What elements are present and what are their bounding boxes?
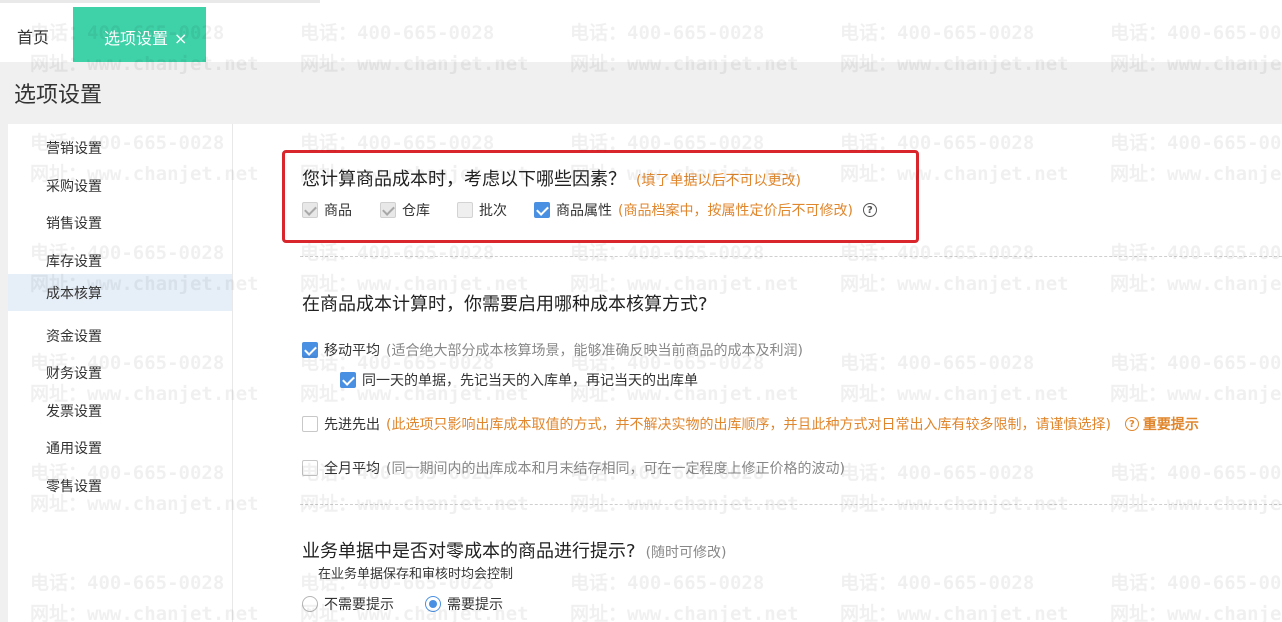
highlight-annotation-box xyxy=(282,150,919,243)
sidebar: 营销设置 采购设置 销售设置 库存设置 成本核算 资金设置 财务设置 发票设置 … xyxy=(8,124,233,622)
no-prompt-radio[interactable] xyxy=(302,596,318,612)
moving-average-checkbox[interactable] xyxy=(302,342,318,358)
sidebar-item-purchase[interactable]: 采购设置 xyxy=(8,167,232,204)
zero-cost-title: 业务单据中是否对零成本的商品进行提示? (随时可修改) xyxy=(302,537,727,563)
sidebar-item-marketing[interactable]: 营销设置 xyxy=(8,129,232,166)
no-prompt-label: 不需要提示 xyxy=(324,597,394,613)
sidebar-item-retail[interactable]: 零售设置 xyxy=(8,467,232,504)
top-divider xyxy=(0,0,320,3)
page-title: 选项设置 xyxy=(14,83,103,108)
moving-average-note: (适合绝大部分成本核算场景，能够准确反映当前商品的成本及利润) xyxy=(386,343,803,359)
important-notice-link[interactable]: ? 重要提示 xyxy=(1124,414,1199,434)
sidebar-item-invoice[interactable]: 发票设置 xyxy=(8,392,232,429)
monthly-average-checkbox[interactable] xyxy=(302,460,318,476)
moving-average-option[interactable]: 移动平均 (适合绝大部分成本核算场景，能够准确反映当前商品的成本及利润) xyxy=(302,340,803,360)
fifo-label: 先进先出 xyxy=(324,417,380,433)
sidebar-item-cost-accounting[interactable]: 成本核算 xyxy=(8,274,232,311)
need-prompt-option[interactable]: 需要提示 xyxy=(425,594,503,614)
zero-cost-subtitle: 在业务单据保存和审核时均会控制 xyxy=(318,567,514,582)
sidebar-item-funds[interactable]: 资金设置 xyxy=(8,317,232,354)
monthly-average-label: 全月平均 xyxy=(324,461,380,477)
monthly-average-note: (同一期间内的出库成本和月末结存相同，可在一定程度上修正价格的波动) xyxy=(386,461,845,477)
fifo-checkbox[interactable] xyxy=(302,416,318,432)
zero-cost-question: 业务单据中是否对零成本的商品进行提示? xyxy=(302,541,636,562)
top-tab-bar: 首页 选项设置 × xyxy=(0,0,1282,62)
help-icon: ? xyxy=(1124,417,1139,431)
tab-label: 选项设置 xyxy=(104,29,169,48)
close-icon[interactable]: × xyxy=(174,29,187,48)
fifo-option[interactable]: 先进先出 (此选项只影响出库成本取值的方式，并不解决实物的出库顺序，并且此种方式… xyxy=(302,414,1199,434)
need-prompt-radio[interactable] xyxy=(425,596,441,612)
sidebar-item-general[interactable]: 通用设置 xyxy=(8,429,232,466)
costing-method-title: 在商品成本计算时，你需要启用哪种成本核算方式? xyxy=(302,294,708,315)
fifo-note: (此选项只影响出库成本取值的方式，并不解决实物的出库顺序，并且此种方式对日常出入… xyxy=(386,417,1111,433)
same-day-checkbox[interactable] xyxy=(340,372,356,388)
tab-home[interactable]: 首页 xyxy=(17,24,49,48)
sidebar-item-sales[interactable]: 销售设置 xyxy=(8,204,232,241)
same-day-label: 同一天的单据，先记当天的入库单，再记当天的出库单 xyxy=(362,373,698,389)
sidebar-item-finance[interactable]: 财务设置 xyxy=(8,354,232,391)
section-divider xyxy=(300,504,1282,505)
same-day-option[interactable]: 同一天的单据，先记当天的入库单，再记当天的出库单 xyxy=(340,370,698,390)
moving-average-label: 移动平均 xyxy=(324,343,380,359)
zero-cost-note: (随时可修改) xyxy=(645,545,727,561)
monthly-average-option[interactable]: 全月平均 (同一期间内的出库成本和月末结存相同，可在一定程度上修正价格的波动) xyxy=(302,458,845,478)
need-prompt-label: 需要提示 xyxy=(447,597,503,613)
important-notice-label: 重要提示 xyxy=(1142,417,1199,433)
section-divider xyxy=(300,256,1282,257)
no-prompt-option[interactable]: 不需要提示 xyxy=(302,594,394,614)
tab-options-settings[interactable]: 选项设置 × xyxy=(73,7,206,62)
